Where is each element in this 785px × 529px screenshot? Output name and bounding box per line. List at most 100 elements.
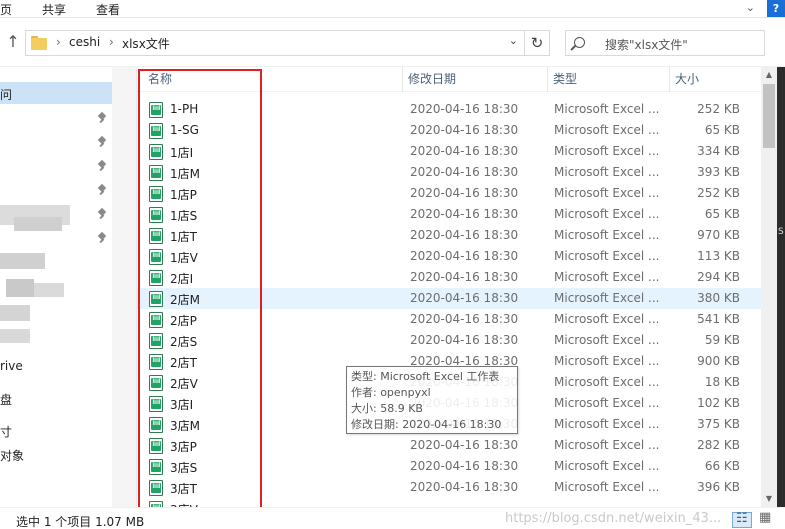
file-row[interactable]: 2店P 2020-04-16 18:30 Microsoft Excel ... 54… xyxy=(137,309,761,330)
details-view-icon[interactable] xyxy=(732,511,752,528)
file-type: Microsoft Excel ... xyxy=(554,228,660,242)
nav-item-onedrive[interactable]: rive xyxy=(0,359,23,373)
refresh-button[interactable]: ↻ xyxy=(525,30,550,56)
excel-file-icon xyxy=(149,186,163,202)
file-date: 2020-04-16 18:30 xyxy=(410,123,519,137)
pin-icon[interactable] xyxy=(98,113,106,123)
file-date: 2020-04-16 18:30 xyxy=(410,291,519,305)
file-name: 2店S xyxy=(170,335,198,349)
file-size: 900 KB xyxy=(697,354,740,368)
navigation-pane: 问 rive 盘 寸 对象 xyxy=(0,67,112,507)
file-row[interactable]: 2店M 2020-04-16 18:30 Microsoft Excel ... 38… xyxy=(137,288,761,309)
nav-item-quick-access[interactable]: 问 xyxy=(0,82,112,104)
nav-scrollbar[interactable] xyxy=(112,67,137,507)
file-name: 3店M xyxy=(170,419,200,433)
scroll-up-icon[interactable]: ▲ xyxy=(761,67,777,83)
file-row[interactable]: 1店T 2020-04-16 18:30 Microsoft Excel ... 97… xyxy=(137,225,761,246)
file-row[interactable]: 1店M 2020-04-16 18:30 Microsoft Excel ... 39… xyxy=(137,162,761,183)
scroll-thumb[interactable] xyxy=(763,84,775,148)
large-icons-view-icon[interactable] xyxy=(756,510,776,528)
ribbon: 页 共享 查看 ⌄ ? xyxy=(0,0,785,18)
file-name: 3店I xyxy=(170,398,194,412)
file-row[interactable]: 3店P 2020-04-16 18:30 Microsoft Excel ... 28… xyxy=(137,435,761,456)
file-date: 2020-04-16 18:30 xyxy=(410,228,519,242)
chevron-right-icon[interactable]: › xyxy=(56,35,61,49)
file-type: Microsoft Excel ... xyxy=(554,186,660,200)
pin-icon[interactable] xyxy=(98,161,106,171)
excel-file-icon xyxy=(149,333,163,349)
file-row[interactable]: 2店S 2020-04-16 18:30 Microsoft Excel ... 59… xyxy=(137,330,761,351)
file-row[interactable]: 1-PH 2020-04-16 18:30 Microsoft Excel ... 2… xyxy=(137,99,761,120)
file-size: 970 KB xyxy=(697,228,740,242)
breadcrumb-ceshi[interactable]: ceshi xyxy=(69,35,100,49)
file-date: 2020-04-16 18:30 xyxy=(410,249,519,263)
excel-file-icon xyxy=(149,396,163,412)
address-row: ↑ › ceshi › xlsx文件 ⌄ ↻ 搜索"xlsx文件" xyxy=(0,18,785,67)
file-size: 252 KB xyxy=(697,186,740,200)
file-date: 2020-04-16 18:30 xyxy=(410,333,519,347)
blurred-item xyxy=(0,253,45,269)
file-row[interactable]: 1店I 2020-04-16 18:30 Microsoft Excel ... 33… xyxy=(137,141,761,162)
nav-item-objects[interactable]: 对象 xyxy=(0,447,24,464)
file-name: 1店V xyxy=(170,251,198,265)
search-input[interactable]: 搜索"xlsx文件" xyxy=(565,30,765,56)
file-type: Microsoft Excel ... xyxy=(554,333,660,347)
file-row[interactable]: 3店S 2020-04-16 18:30 Microsoft Excel ... 66… xyxy=(137,456,761,477)
file-row[interactable]: 3店T 2020-04-16 18:30 Microsoft Excel ... 39… xyxy=(137,477,761,498)
pin-icon[interactable] xyxy=(98,233,106,243)
file-name: 1-PH xyxy=(170,102,199,116)
up-arrow-icon[interactable]: ↑ xyxy=(4,32,22,52)
pin-icon[interactable] xyxy=(98,185,106,195)
file-name: 2店P xyxy=(170,314,197,328)
address-bar[interactable]: › ceshi › xlsx文件 ⌄ xyxy=(25,30,525,56)
tooltip-author: 作者: openpyxl xyxy=(351,386,431,399)
column-type[interactable]: 类型 xyxy=(548,67,670,92)
pin-icon[interactable] xyxy=(98,209,106,219)
nav-item-folder[interactable]: 寸 xyxy=(0,423,12,440)
scroll-down-icon[interactable]: ▼ xyxy=(761,491,777,507)
file-size: 393 KB xyxy=(697,165,740,179)
blurred-item xyxy=(0,305,30,321)
chevron-down-icon[interactable]: ⌄ xyxy=(509,34,518,47)
column-size[interactable]: 大小 xyxy=(670,67,761,92)
blurred-item xyxy=(0,329,30,343)
ribbon-tab-file[interactable]: 页 xyxy=(0,1,12,18)
excel-file-icon xyxy=(149,291,163,307)
column-modified[interactable]: 修改日期 xyxy=(403,67,548,92)
file-type: Microsoft Excel ... xyxy=(554,354,660,368)
file-size: 18 KB xyxy=(704,375,740,389)
file-type: Microsoft Excel ... xyxy=(554,102,660,116)
file-size: 59 KB xyxy=(704,333,740,347)
nav-item-disk[interactable]: 盘 xyxy=(0,391,12,408)
file-type: Microsoft Excel ... xyxy=(554,375,660,389)
status-text: 选中 1 个项目 1.07 MB xyxy=(16,515,145,529)
chevron-right-icon[interactable]: › xyxy=(109,35,114,49)
expand-ribbon-icon[interactable]: ⌄ xyxy=(746,1,755,14)
tooltip-type: 类型: Microsoft Excel 工作表 xyxy=(351,370,500,383)
file-row[interactable]: 1店P 2020-04-16 18:30 Microsoft Excel ... 25… xyxy=(137,183,761,204)
file-name: 1店T xyxy=(170,230,197,244)
file-row[interactable]: 1店V 2020-04-16 18:30 Microsoft Excel ... 11… xyxy=(137,246,761,267)
vertical-scrollbar[interactable]: ▲ ▼ xyxy=(761,67,777,507)
ribbon-tab-share[interactable]: 共享 xyxy=(42,1,66,18)
file-size: 380 KB xyxy=(697,291,740,305)
column-name[interactable]: 名称 xyxy=(143,67,403,92)
file-name: 2店T xyxy=(170,356,197,370)
file-name: 3店S xyxy=(170,461,198,475)
file-type: Microsoft Excel ... xyxy=(554,207,660,221)
excel-file-icon xyxy=(149,207,163,223)
background-text: S xyxy=(778,227,784,237)
breadcrumb-xlsx[interactable]: xlsx文件 xyxy=(122,35,170,52)
file-name: 1店P xyxy=(170,188,197,202)
pin-icon[interactable] xyxy=(98,137,106,147)
file-type: Microsoft Excel ... xyxy=(554,438,660,452)
file-row[interactable]: 3店V xyxy=(137,498,761,507)
file-type: Microsoft Excel ... xyxy=(554,396,660,410)
excel-file-icon xyxy=(149,270,163,286)
file-row[interactable]: 2店I 2020-04-16 18:30 Microsoft Excel ... 29… xyxy=(137,267,761,288)
file-row[interactable]: 1-SG 2020-04-16 18:30 Microsoft Excel ... 6… xyxy=(137,120,761,141)
file-size: 375 KB xyxy=(697,417,740,431)
ribbon-tab-view[interactable]: 查看 xyxy=(96,1,120,18)
help-icon[interactable]: ? xyxy=(767,0,785,17)
file-row[interactable]: 1店S 2020-04-16 18:30 Microsoft Excel ... 65… xyxy=(137,204,761,225)
